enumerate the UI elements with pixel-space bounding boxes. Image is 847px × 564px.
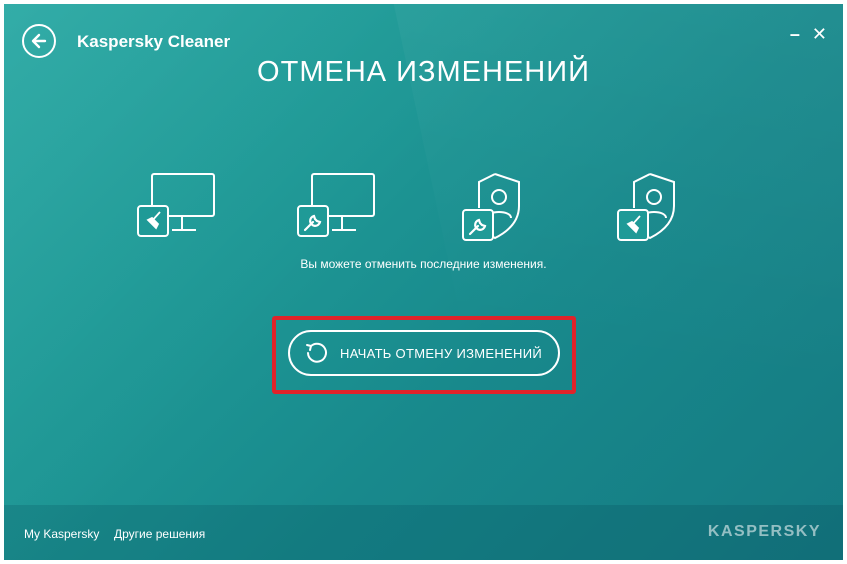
minimize-button[interactable]: – <box>790 24 800 44</box>
close-button[interactable]: ✕ <box>812 24 827 44</box>
app-title: Kaspersky Cleaner <box>77 32 231 51</box>
monitor-wrench-icon <box>297 173 375 237</box>
undo-icon <box>306 342 327 363</box>
window-controls: – ✕ <box>790 24 827 44</box>
start-rollback-label: НАЧАТЬ ОТМЕНУ ИЗМЕНЕНИЙ <box>340 345 542 361</box>
back-button[interactable] <box>22 24 56 58</box>
my-kaspersky-link[interactable]: My Kaspersky <box>24 527 99 541</box>
page-title: ОТМЕНА ИЗМЕНЕНИЙ <box>257 56 590 88</box>
start-rollback-button[interactable]: НАЧАТЬ ОТМЕНУ ИЗМЕНЕНИЙ <box>288 330 560 376</box>
description-text: Вы можете отменить последние изменения. <box>300 257 547 271</box>
feature-icons-row <box>4 172 843 242</box>
shield-user-wrench-icon <box>462 173 520 241</box>
other-solutions-link[interactable]: Другие решения <box>114 527 205 541</box>
monitor-broom-icon <box>137 173 215 237</box>
arrow-left-icon <box>31 33 47 49</box>
shield-user-broom-icon <box>617 173 675 241</box>
app-window: Kaspersky Cleaner – ✕ ОТМЕНА ИЗМЕНЕНИЙ В… <box>4 4 843 560</box>
kaspersky-logo: KASPERSKY <box>707 523 821 540</box>
footer: My Kaspersky Другие решения KASPERSKY <box>4 505 843 560</box>
